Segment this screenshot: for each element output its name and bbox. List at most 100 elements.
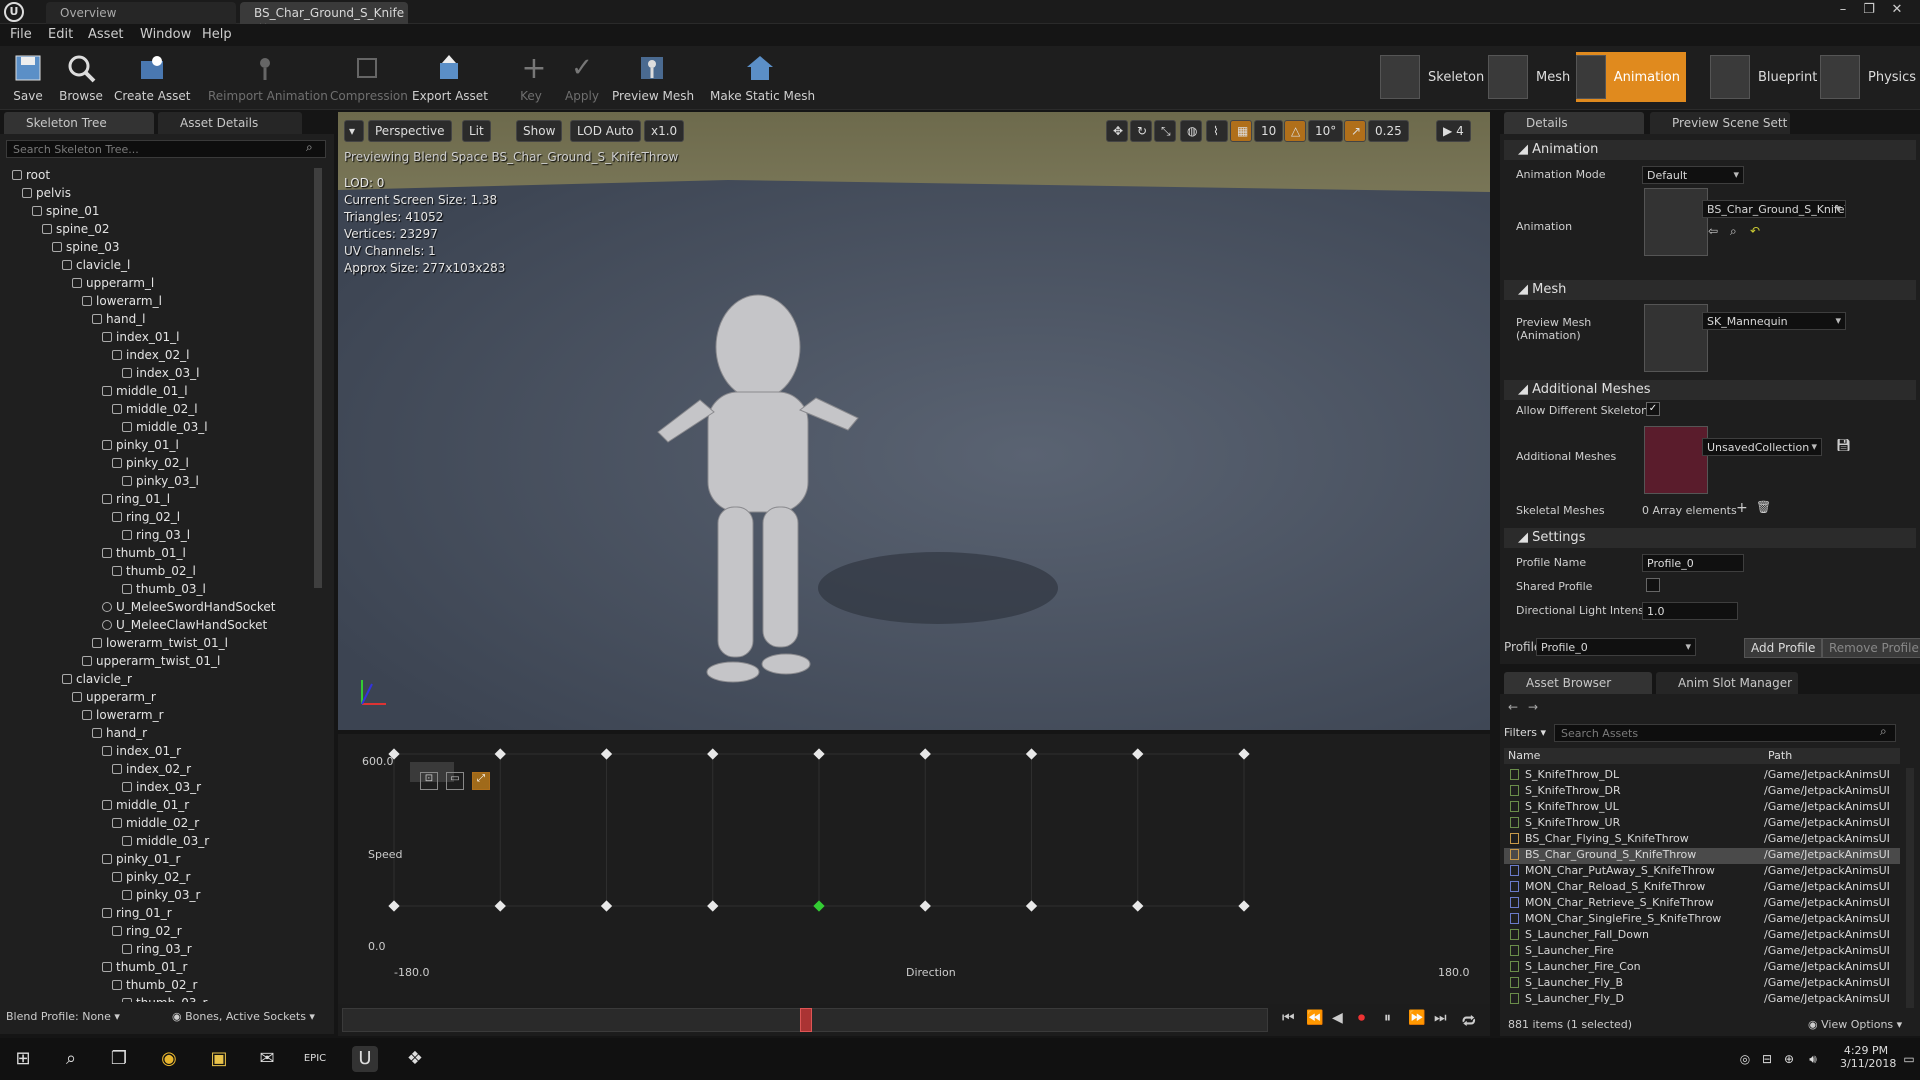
collection-thumbnail[interactable] <box>1644 426 1708 494</box>
mail-icon[interactable]: ✉ <box>254 1046 280 1072</box>
tree-bone[interactable]: spine_01 <box>32 204 99 218</box>
use-selected-icon[interactable]: ⇦ <box>1708 224 1718 238</box>
column-path[interactable]: Path <box>1768 749 1792 762</box>
view-options-button[interactable]: ◉ View Options ▾ <box>1808 1018 1902 1031</box>
tree-bone[interactable]: lowerarm_l <box>82 294 162 308</box>
loop-icon[interactable]: 🔁︎ <box>1462 1010 1476 1031</box>
browse-button[interactable]: Browse <box>56 50 106 108</box>
mode-animation[interactable]: Animation <box>1576 52 1686 102</box>
camera-speed-button[interactable]: ▶ 4 <box>1436 120 1471 142</box>
tree-bone[interactable]: index_01_l <box>102 330 179 344</box>
tree-bone[interactable]: lowerarm_twist_01_l <box>92 636 228 650</box>
playback-speed-button[interactable]: x1.0 <box>644 120 685 142</box>
scale-icon[interactable]: ⤡ <box>1154 120 1176 142</box>
sample-point[interactable] <box>1025 900 1038 912</box>
maximize-icon[interactable]: ❐ <box>1858 2 1880 20</box>
grid-snap-value[interactable]: 10 <box>1254 120 1284 142</box>
preview-mesh-dropdown[interactable]: SK_Mannequin <box>1702 312 1846 330</box>
tree-bone[interactable]: root <box>12 168 50 182</box>
section-additional-meshes[interactable]: ◢ Additional Meshes <box>1504 380 1916 400</box>
preview-mesh-button[interactable]: Preview Mesh <box>612 50 694 108</box>
blend-profile-dropdown[interactable]: Blend Profile: None ▾ <box>6 1010 120 1023</box>
tree-bone[interactable]: upperarm_r <box>72 690 156 704</box>
add-profile-button[interactable]: Add Profile <box>1744 638 1823 658</box>
tree-bone[interactable]: middle_01_r <box>102 798 189 812</box>
menu-help[interactable]: Help <box>202 27 232 42</box>
tree-bone[interactable]: spine_03 <box>52 240 119 254</box>
asset-scrollbar[interactable] <box>1906 768 1914 1008</box>
minimize-icon[interactable]: – <box>1832 2 1854 20</box>
asset-row[interactable]: MON_Char_Retrieve_S_KnifeThrow/Game/Jetp… <box>1504 896 1900 912</box>
tree-bone[interactable]: pinky_01_l <box>102 438 179 452</box>
asset-row[interactable]: S_KnifeThrow_UL/Game/JetpackAnimsUI <box>1504 800 1900 816</box>
file-explorer-icon[interactable]: ▣ <box>206 1046 232 1072</box>
menu-window[interactable]: Window <box>140 27 191 42</box>
skip-to-end-icon[interactable]: ⏭ <box>1434 1010 1447 1026</box>
tree-bone[interactable]: index_03_r <box>122 780 201 794</box>
make-static-mesh-button[interactable]: Make Static Mesh <box>710 50 815 108</box>
tree-bone[interactable]: thumb_02_l <box>112 564 196 578</box>
apply-button[interactable]: ✓ Apply <box>562 50 602 108</box>
tree-scrollbar[interactable] <box>314 168 322 588</box>
sample-point[interactable] <box>388 900 400 912</box>
tree-bone[interactable]: pinky_01_r <box>102 852 180 866</box>
filters-button[interactable]: Filters ▾ <box>1504 726 1546 739</box>
tree-bone[interactable]: thumb_01_r <box>102 960 187 974</box>
tree-bone[interactable]: index_03_l <box>122 366 199 380</box>
tree-bone[interactable]: hand_l <box>92 312 146 326</box>
tree-bone[interactable]: pinky_03_r <box>122 888 200 902</box>
tab-overview[interactable]: Overview <box>46 2 236 24</box>
remove-profile-button[interactable]: Remove Profile <box>1822 638 1920 658</box>
tree-bone[interactable]: pinky_02_r <box>112 870 190 884</box>
preview-toggle-icon[interactable]: ▭ <box>446 772 464 790</box>
tree-bone[interactable]: thumb_02_r <box>112 978 197 992</box>
column-name[interactable]: Name <box>1508 749 1540 762</box>
tree-bone[interactable]: thumb_01_l <box>102 546 186 560</box>
tree-bone[interactable]: spine_02 <box>42 222 109 236</box>
sample-point[interactable] <box>1238 900 1250 912</box>
tab-preview-scene[interactable]: Preview Scene Sett <box>1650 112 1790 134</box>
tree-bone[interactable]: lowerarm_r <box>82 708 164 722</box>
section-settings[interactable]: ◢ Settings <box>1504 528 1916 548</box>
tree-bone[interactable]: ring_01_l <box>102 492 170 506</box>
menu-file[interactable]: File <box>10 27 32 42</box>
tree-bone[interactable]: pinky_03_l <box>122 474 199 488</box>
sample-point[interactable] <box>494 748 506 760</box>
clock[interactable]: 4:29 PM 3/11/2018 <box>1840 1044 1896 1070</box>
sample-point[interactable] <box>707 900 719 912</box>
asset-row[interactable]: MON_Char_Reload_S_KnifeThrow/Game/Jetpac… <box>1504 880 1900 896</box>
tab-skeleton-tree[interactable]: Skeleton Tree <box>4 112 154 134</box>
grid-toggle-icon[interactable]: ⊡ <box>420 772 438 790</box>
asset-row[interactable]: BS_Char_Flying_S_KnifeThrow/Game/Jetpack… <box>1504 832 1900 848</box>
sample-point[interactable] <box>919 748 931 760</box>
perspective-button[interactable]: Perspective <box>368 120 452 142</box>
asset-row[interactable]: S_Launcher_Fly_D/Game/JetpackAnimsUI <box>1504 992 1900 1008</box>
tree-bone[interactable]: upperarm_twist_01_l <box>82 654 220 668</box>
rotate-icon[interactable]: ↻ <box>1130 120 1152 142</box>
tree-bone[interactable]: ring_02_l <box>112 510 180 524</box>
tree-bone[interactable]: middle_02_r <box>112 816 199 830</box>
scale-snap-icon[interactable]: ↗ <box>1344 120 1366 142</box>
save-collection-icon[interactable]: 💾︎ <box>1836 438 1851 452</box>
grid-snap-icon[interactable]: ▦ <box>1230 120 1252 142</box>
animation-dropdown[interactable]: BS_Char_Ground_S_KnifeThrow <box>1702 200 1846 218</box>
asset-row[interactable]: MON_Char_SingleFire_S_KnifeThrow/Game/Je… <box>1504 912 1900 928</box>
tree-bone[interactable]: pinky_02_l <box>112 456 189 470</box>
asset-row[interactable]: BS_Char_Ground_S_KnifeThrow/Game/Jetpack… <box>1504 848 1900 864</box>
fit-view-icon[interactable]: ⤢ <box>472 772 490 790</box>
tree-bone[interactable]: clavicle_l <box>62 258 130 272</box>
asset-row[interactable]: S_Launcher_Fall_Down/Game/JetpackAnimsUI <box>1504 928 1900 944</box>
play-reverse-icon[interactable]: ◀ <box>1332 1010 1343 1026</box>
translate-icon[interactable]: ✥ <box>1106 120 1128 142</box>
add-element-icon[interactable]: + <box>1736 500 1748 516</box>
browse-icon[interactable]: ⌕ <box>1730 224 1737 239</box>
epic-launcher-icon[interactable]: EPIC <box>302 1046 328 1072</box>
asset-row[interactable]: MON_Char_PutAway_S_KnifeThrow/Game/Jetpa… <box>1504 864 1900 880</box>
tree-bone[interactable]: middle_03_r <box>122 834 209 848</box>
pause-icon[interactable]: ⏸ <box>1384 1010 1391 1026</box>
chrome-icon[interactable]: ◉ <box>156 1046 182 1072</box>
reset-icon[interactable]: ↶ <box>1750 224 1760 238</box>
asset-row[interactable]: S_KnifeThrow_UR/Game/JetpackAnimsUI <box>1504 816 1900 832</box>
tree-bone[interactable]: thumb_03_r <box>122 996 207 1002</box>
viewport[interactable]: ▾ Perspective Lit Show LOD Auto x1.0 ✥ ↻… <box>338 112 1490 730</box>
